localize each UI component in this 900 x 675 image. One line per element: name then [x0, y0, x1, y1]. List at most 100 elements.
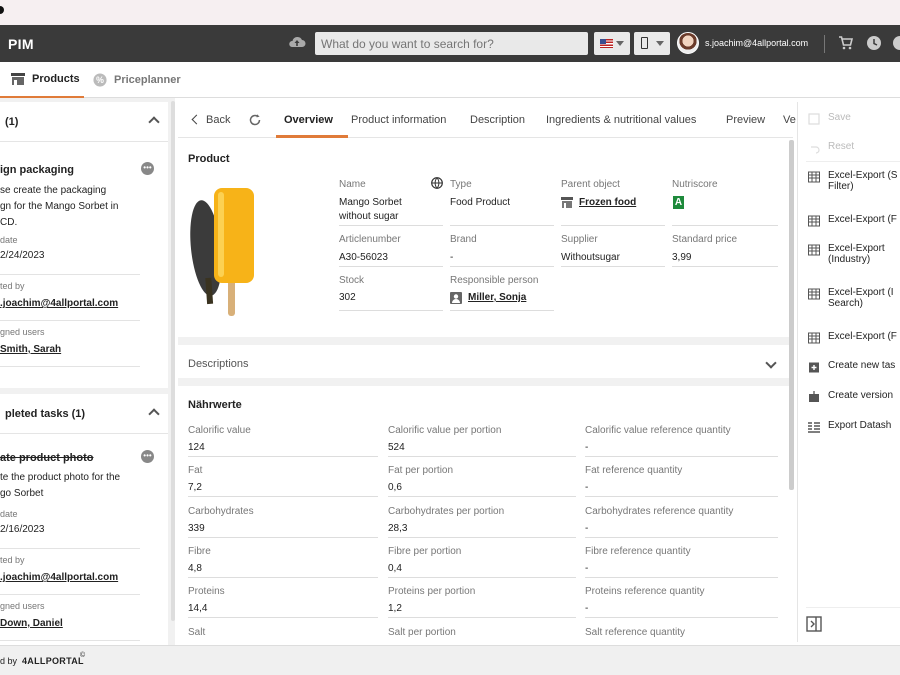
task-title[interactable]: ate product photo	[0, 452, 94, 464]
completed-tasks-header[interactable]: pleted tasks (1)	[0, 394, 168, 434]
field-value-name-1: Mango Sorbet	[339, 197, 402, 208]
product-section-title: Product	[188, 153, 230, 165]
svg-text:%: %	[96, 75, 104, 85]
refresh-icon[interactable]	[248, 113, 262, 127]
tab-versions[interactable]: Ve	[783, 114, 796, 126]
save-icon	[808, 113, 820, 125]
footer: d by 4ALLPORTAL ©	[0, 645, 900, 675]
tab-overview[interactable]: Overview	[284, 114, 333, 126]
nutrition-value: 0,4	[388, 562, 402, 574]
nutrition-title: Nährwerte	[188, 399, 242, 411]
created-by-link[interactable]: .joachim@4allportal.com	[0, 572, 118, 583]
field-value-brand: -	[450, 252, 454, 263]
footer-prefix: d by	[0, 656, 18, 666]
chevron-up-icon[interactable]	[148, 408, 160, 420]
nutrition-label: Carbohydrates	[188, 505, 254, 517]
cloud-upload-icon[interactable]	[288, 35, 306, 49]
avatar[interactable]	[677, 32, 699, 54]
language-select[interactable]	[594, 32, 630, 55]
back-chevron-icon[interactable]	[191, 114, 202, 125]
nutrition-label: Calorific value per portion	[388, 425, 502, 436]
heart-icon[interactable]	[892, 35, 900, 51]
field-underline	[188, 536, 378, 538]
completed-tasks-card: pleted tasks (1) ate product photo ••• t…	[0, 394, 168, 645]
action-panel: Save Reset Excel-Export (S Filter) Excel-…	[797, 102, 900, 642]
nutrition-value: 124	[188, 442, 205, 453]
back-button[interactable]: Back	[206, 114, 230, 126]
nutrition-label: Salt reference quantity	[585, 626, 686, 638]
tab-priceplanner-label: Priceplanner	[114, 74, 181, 86]
cart-icon[interactable]	[838, 35, 854, 51]
export-datasheet-button[interactable]: Export Datash	[808, 420, 900, 433]
nutrition-value: 0,6	[388, 482, 402, 494]
divider	[0, 320, 140, 321]
tab-preview[interactable]: Preview	[726, 114, 765, 126]
reset-button[interactable]: Reset	[808, 141, 900, 154]
create-task-button[interactable]: Create new tas	[808, 360, 900, 373]
device-select[interactable]	[634, 32, 670, 55]
field-underline	[561, 266, 665, 267]
search-input[interactable]	[315, 32, 588, 55]
save-button[interactable]: Save	[808, 112, 900, 125]
main-scrollbar[interactable]	[789, 140, 794, 490]
field-label-supplier: Supplier	[561, 234, 598, 245]
assigned-user-link[interactable]: Down, Daniel	[0, 618, 63, 629]
more-icon[interactable]: •••	[141, 450, 154, 463]
tab-priceplanner[interactable]: % Priceplanner	[92, 62, 181, 98]
tab-products[interactable]: Products	[0, 62, 84, 98]
excel-export-filter-button[interactable]: Excel-Export (S Filter)	[808, 170, 900, 192]
field-underline	[188, 576, 378, 578]
globe-icon[interactable]	[431, 177, 443, 189]
field-label-parent: Parent object	[561, 179, 620, 190]
create-version-button[interactable]: Create version	[808, 390, 900, 403]
chevron-down-icon	[616, 41, 624, 46]
divider	[806, 607, 900, 608]
descriptions-title: Descriptions	[188, 358, 249, 370]
open-tasks-header[interactable]: (1)	[0, 102, 168, 142]
tab-ingredients[interactable]: Ingredients & nutritional values	[546, 114, 696, 126]
responsible-person-link[interactable]: Miller, Sonja	[468, 292, 526, 303]
divider	[0, 640, 140, 641]
task-title[interactable]: ign packaging	[0, 164, 74, 176]
created-by-link[interactable]: .joachim@4allportal.com	[0, 298, 118, 309]
clock-icon[interactable]	[866, 35, 882, 51]
version-icon	[809, 391, 819, 402]
field-underline	[450, 266, 554, 267]
tab-product-information[interactable]: Product information	[351, 114, 446, 126]
due-date: 2/24/2023	[0, 250, 45, 261]
due-date-label: date	[0, 235, 18, 245]
excel-export-2-button[interactable]: Excel-Export (F	[808, 214, 900, 227]
product-image[interactable]	[188, 178, 258, 318]
more-icon[interactable]: •••	[141, 162, 154, 175]
chevron-down-icon[interactable]	[765, 357, 777, 369]
nutriscore-badge: A	[673, 196, 684, 209]
undo-icon	[811, 146, 820, 154]
excel-export-search-button[interactable]: Excel-Export (I Search)	[808, 287, 900, 309]
nutrition-label: Proteins reference quantity	[585, 586, 705, 598]
field-underline	[585, 617, 778, 619]
collapse-panel-icon[interactable]	[806, 616, 822, 632]
chevron-up-icon[interactable]	[148, 116, 160, 128]
tab-description[interactable]: Description	[470, 114, 525, 126]
excel-export-industry-button[interactable]: Excel-Export (Industry)	[808, 243, 900, 265]
field-value-stock: 302	[339, 292, 356, 303]
nutrition-label: Proteins	[188, 586, 225, 598]
nutrition-value: 4,8	[188, 562, 202, 574]
user-name[interactable]: s.joachim@4allportal.com	[705, 38, 808, 48]
divider	[0, 594, 140, 595]
nutrition-label: Fat	[188, 465, 203, 477]
excel-export-5-button[interactable]: Excel-Export (F	[808, 331, 900, 344]
parent-object-link[interactable]: Frozen food	[579, 197, 636, 208]
percent-icon: %	[93, 73, 107, 87]
field-value-articlenumber: A30-56023	[339, 252, 388, 263]
assigned-user-link[interactable]: Smith, Sarah	[0, 344, 61, 355]
store-icon	[561, 197, 573, 208]
nutrition-label: Calorific value reference quantity	[585, 425, 731, 436]
product-detail: Back Overview Product information Descri…	[178, 102, 796, 642]
open-tasks-title: (1)	[5, 116, 19, 128]
nutrition-label: Fibre	[188, 545, 211, 557]
person-icon	[450, 292, 462, 304]
assigned-users-label: gned users	[0, 327, 45, 337]
left-scrollbar[interactable]	[171, 101, 175, 621]
divider	[0, 548, 140, 549]
